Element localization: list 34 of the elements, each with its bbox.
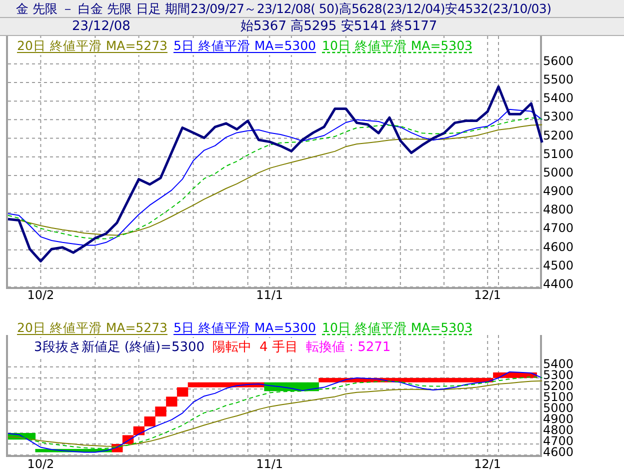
y-axis-label: 5600 bbox=[543, 54, 574, 68]
legend-label: 5日 終値平滑 MA=5300 bbox=[173, 38, 316, 55]
x-axis-label: 11/1 bbox=[256, 288, 284, 300]
chart-title: 金 先限 － 白金 先限 日足 期間23/09/27～23/12/08( 50)高5628(23/12/04)安4532(23/10/03) bbox=[15, 0, 552, 17]
status-text: 4 手目 bbox=[260, 339, 298, 356]
y-axis-label: 5500 bbox=[543, 72, 574, 86]
legend-label: 10日 終値平滑 MA=5303 bbox=[322, 38, 472, 55]
date-label: 23/12/08 bbox=[71, 18, 130, 35]
y-axis-label: 4600 bbox=[543, 445, 574, 459]
y-axis-label: 4500 bbox=[543, 258, 574, 272]
status-text: 転換値 : 5271 bbox=[306, 339, 391, 356]
x-axis-label: 12/1 bbox=[474, 288, 502, 300]
x-axis-label: 10/2 bbox=[27, 457, 54, 471]
y-axis-label: 5400 bbox=[543, 91, 574, 106]
legend-label: 20日 終値平滑 MA=5273 bbox=[17, 320, 168, 337]
legend-label: 5日 終値平滑 MA=5300 bbox=[173, 320, 316, 337]
x-axis-label: 12/1 bbox=[474, 457, 502, 471]
y-axis-label: 4700 bbox=[543, 221, 574, 236]
y-axis-label: 4400 bbox=[543, 277, 574, 291]
y-axis-label: 5200 bbox=[543, 128, 574, 142]
y-axis-label: 5300 bbox=[543, 110, 574, 124]
y-axis-label: 4900 bbox=[543, 184, 574, 198]
y-axis-label: 5100 bbox=[543, 146, 574, 161]
status-text: 3段抜き新値足 (終値)=5300 bbox=[34, 339, 205, 356]
x-axis-label: 10/2 bbox=[27, 288, 54, 300]
status-text: 陽転中 bbox=[212, 339, 252, 356]
y-axis-label: 4600 bbox=[543, 240, 574, 254]
legend-label: 20日 終値平滑 MA=5273 bbox=[17, 38, 168, 55]
y-axis-label: 4800 bbox=[543, 202, 574, 217]
y-axis-label: 4700 bbox=[543, 434, 574, 448]
x-axis-label: 11/1 bbox=[256, 457, 284, 471]
legend-label: 10日 終値平滑 MA=5303 bbox=[322, 320, 472, 337]
ohlc-values: 始5367 高5295 安5141 終5177 bbox=[239, 18, 438, 35]
y-axis-label: 5000 bbox=[543, 165, 574, 180]
